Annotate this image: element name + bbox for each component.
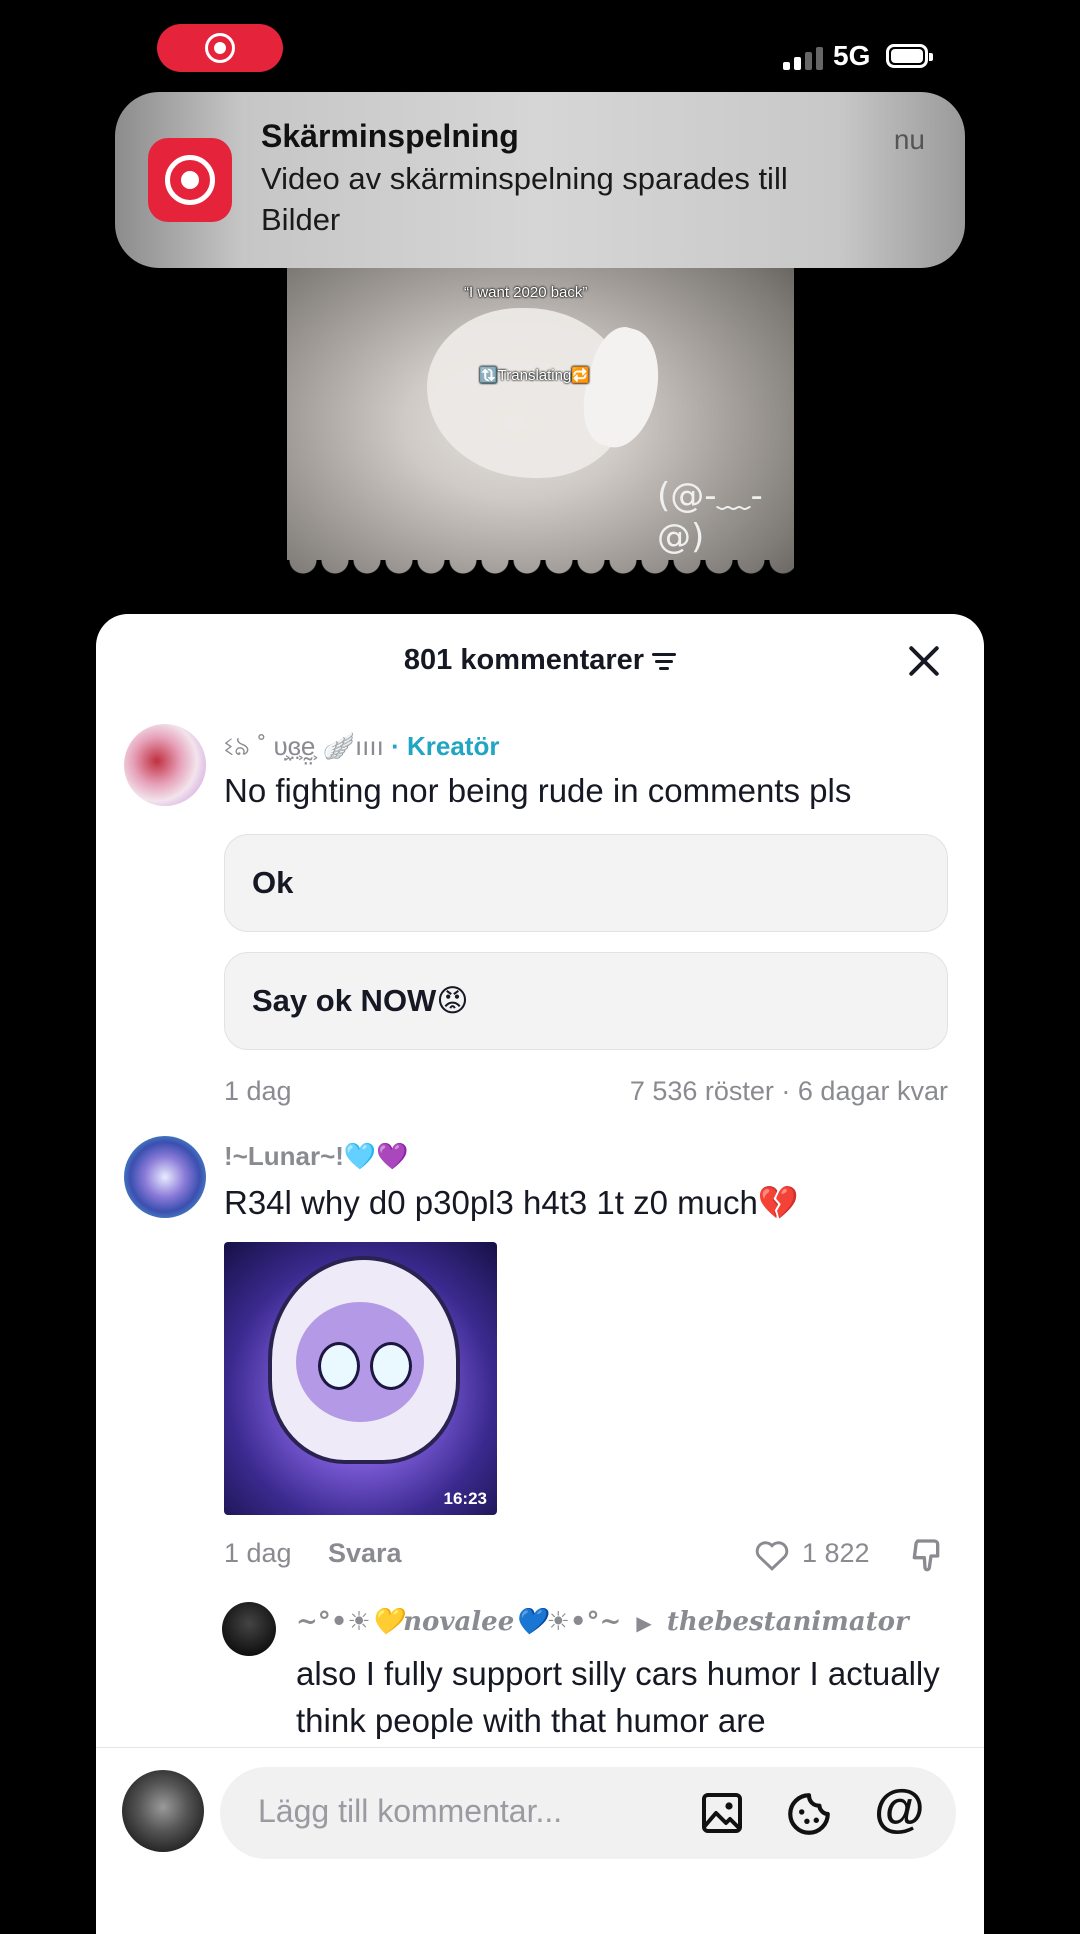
comment-input-placeholder: Lägg till kommentar... (258, 1793, 563, 1829)
dislike-icon[interactable] (906, 1536, 946, 1576)
input-divider (96, 1747, 984, 1748)
like-count: 1 822 (802, 1538, 870, 1568)
notification-time: nu (893, 124, 925, 155)
heart-icon[interactable] (754, 1539, 790, 1571)
replying-to-username[interactable]: thebestanimator (667, 1607, 909, 1637)
image-icon[interactable] (698, 1789, 746, 1837)
pinned-comment-age: 1 dag (224, 1076, 292, 1106)
video-caption-mid: 🔃Translating🔁 (479, 367, 590, 384)
poll-option-say-ok[interactable]: Say ok NOW😡 (224, 952, 948, 1050)
emoji-sticker-icon[interactable] (784, 1789, 834, 1839)
username-lunar[interactable]: !~Lunar~!🩵💜 (224, 1141, 409, 1172)
comment-video-thumbnail[interactable]: 16:23 (224, 1242, 497, 1515)
poll-meta: 7 536 röster · 6 dagar kvar (629, 1076, 948, 1106)
video-caption-top: “I want 2020 back” (464, 284, 588, 301)
battery-icon (886, 44, 933, 68)
record-icon (205, 33, 235, 63)
notification-message: Video av skärminspelning sparades till B… (261, 161, 788, 237)
avatar-creator[interactable] (124, 724, 206, 806)
username-novalee[interactable]: ~°•☀︎💛novalee💙☀︎•°~ (296, 1607, 621, 1637)
comment-input[interactable]: Lägg till kommentar... @ (220, 1767, 956, 1859)
thumbnail-duration: 16:23 (443, 1489, 487, 1508)
notification-title: Skärminspelning (261, 118, 519, 154)
avatar-lunar[interactable] (124, 1136, 206, 1218)
screen-recording-notification[interactable]: Skärminspelning Video av skärminspelning… (115, 92, 965, 268)
screen-recording-app-icon (148, 138, 232, 222)
avatar-self[interactable] (122, 1770, 204, 1852)
comments-sheet: 801 kommentarer ଽ৯ ˚ υ̤͕ɞ̤͕ḛ̤͕ 🪽ıııı · K… (96, 614, 984, 1934)
creator-badge: · Kreatör (391, 731, 500, 761)
avatar-novalee[interactable] (222, 1602, 276, 1656)
reply-arrow-icon: ▶ (636, 1611, 652, 1635)
network-type: 5G (833, 40, 871, 71)
comment-age: 1 dag (224, 1538, 292, 1568)
video-face-sticker: (@-﹏-@) (657, 476, 763, 557)
pinned-comment-text: No fighting nor being rude in comments p… (224, 772, 852, 809)
comments-count: 801 kommentarer (403, 644, 645, 676)
cellular-signal-icon (783, 46, 823, 70)
reply-button[interactable]: Svara (328, 1538, 402, 1569)
comment-text: R34l why d0 p30pl3 h4t3 1t z0 much💔 (224, 1184, 799, 1221)
screen-recording-indicator[interactable] (157, 24, 283, 72)
comments-header[interactable]: 801 kommentarer (96, 644, 984, 677)
reply-text: also I fully support silly cars humor I … (296, 1655, 940, 1739)
video-scallop-edge (287, 560, 794, 614)
close-icon[interactable] (906, 644, 940, 678)
sort-filter-icon[interactable] (652, 649, 677, 674)
username-creator[interactable]: ଽ৯ ˚ υ̤͕ɞ̤͕ḛ̤͕ 🪽ıııı (224, 731, 384, 761)
mention-icon[interactable]: @ (874, 1779, 925, 1839)
poll-option-ok[interactable]: Ok (224, 834, 948, 932)
